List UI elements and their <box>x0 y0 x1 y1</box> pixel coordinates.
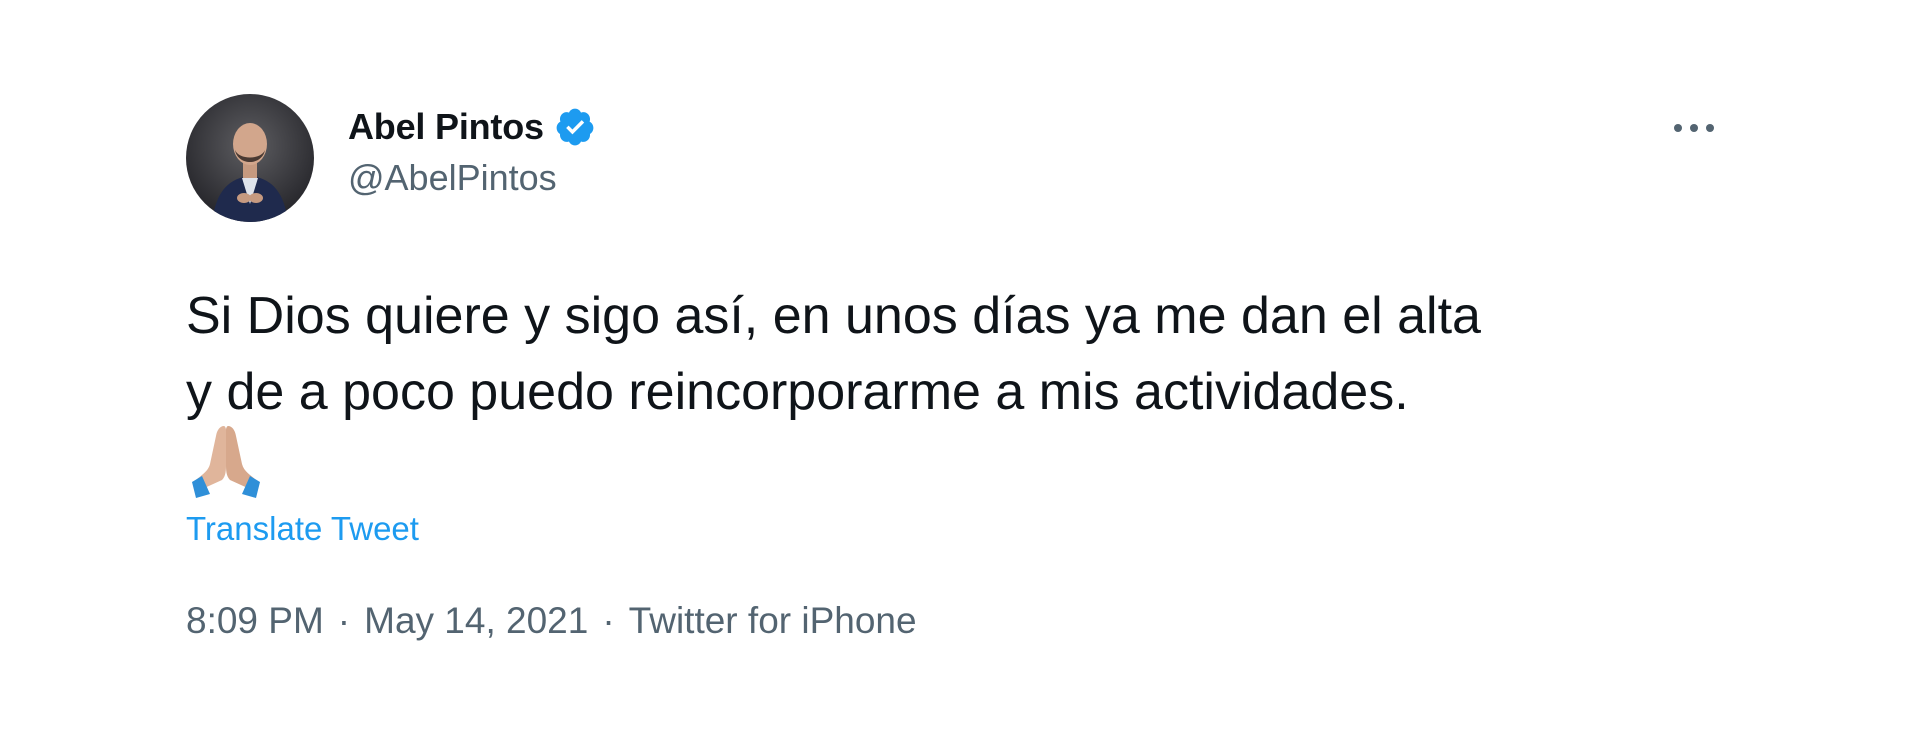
tweet-date[interactable]: May 14, 2021 <box>364 600 588 642</box>
separator-dot: · <box>602 600 615 641</box>
author-block: Abel Pintos @AbelPintos <box>348 103 596 199</box>
avatar[interactable] <box>186 94 314 222</box>
tweet-source[interactable]: Twitter for iPhone <box>629 600 917 642</box>
display-name[interactable]: Abel Pintos <box>348 106 544 148</box>
tweet-text-line-1: Si Dios quiere y sigo así, en unos días … <box>186 287 1481 345</box>
translate-tweet-link[interactable]: Translate Tweet <box>186 510 419 548</box>
user-handle[interactable]: @AbelPintos <box>348 157 596 199</box>
more-options-icon[interactable] <box>1666 110 1722 146</box>
tweet-time[interactable]: 8:09 PM <box>186 600 324 642</box>
verified-badge-icon <box>556 108 594 146</box>
tweet-card: Abel Pintos @AbelPintos Si Dios quiere y… <box>0 0 1920 737</box>
tweet-text-line-2: y de a poco puedo reincorporarme a mis a… <box>186 363 1409 421</box>
name-row: Abel Pintos <box>348 103 596 151</box>
separator-dot: · <box>337 600 351 641</box>
folded-hands-icon <box>192 426 260 498</box>
tweet-text: Si Dios quiere y sigo así, en unos días … <box>186 278 1746 430</box>
tweet-metadata: 8:09 PM · May 14, 2021 · Twitter for iPh… <box>186 600 917 642</box>
avatar-image <box>186 94 314 222</box>
